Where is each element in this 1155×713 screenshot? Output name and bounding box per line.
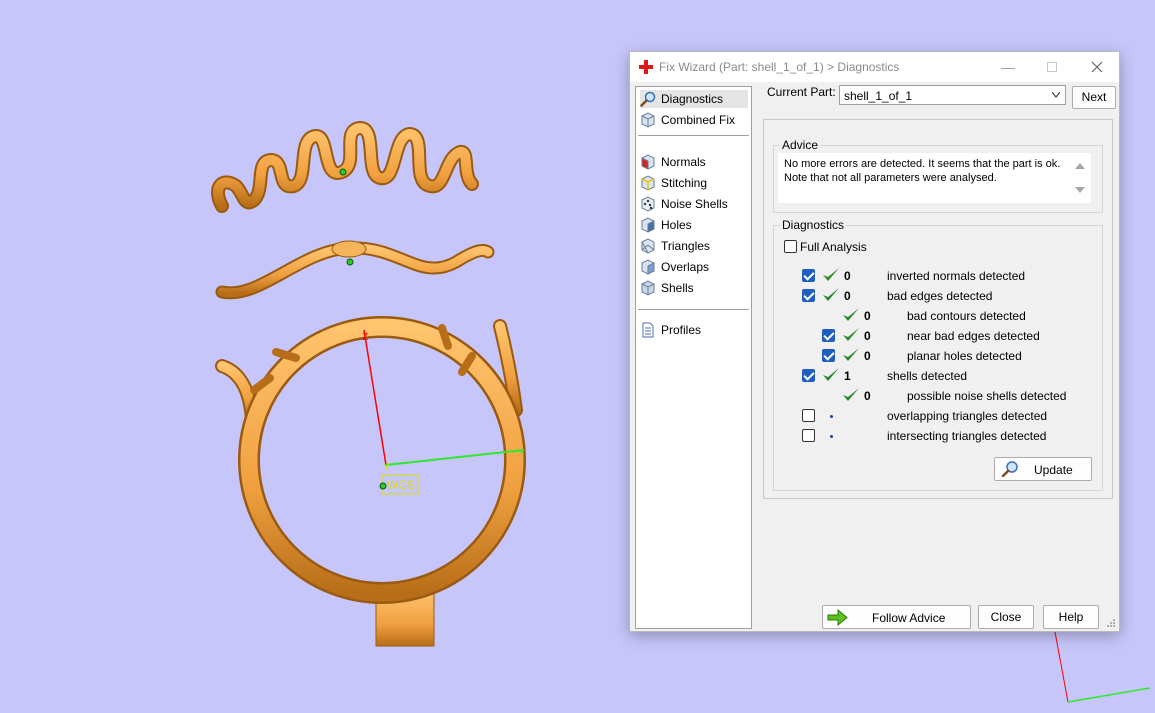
diagnostic-checkbox[interactable] [802,429,815,442]
diagnostic-label: possible noise shells detected [907,389,1067,403]
diagnostic-label: bad edges detected [887,289,993,303]
full-analysis-label: Full Analysis [800,240,867,254]
diagnostic-count: 0 [844,289,851,303]
diagnostic-count: 0 [864,389,871,403]
diagnostic-label: planar holes detected [907,349,1022,363]
checkmark-icon [823,268,839,281]
diagnostic-count: 0 [844,269,851,283]
diagnostic-checkbox[interactable] [802,269,815,282]
diagnostic-count: 0 [864,309,871,323]
red-cross-icon [639,60,653,74]
cube-icon [641,112,655,128]
sidebar-item-normals[interactable]: Normals [640,153,748,171]
current-part-select[interactable]: shell_1_of_1 [839,85,1066,105]
part-wave-piece [215,240,495,300]
svg-text:×: × [519,447,524,457]
full-analysis-checkbox[interactable] [784,240,797,253]
diagnostic-label: shells detected [887,369,968,383]
checkmark-icon [823,368,839,381]
checkmark-icon [843,308,859,321]
diagnostic-count: 0 [864,329,871,343]
diagnostic-checkbox[interactable] [802,409,815,422]
cube-yellow-edge-icon [641,175,655,191]
follow-advice-button[interactable]: Follow Advice [822,605,971,629]
sidebar-item-diagnostics[interactable]: Diagnostics [640,90,748,108]
diagnostic-label: inverted normals detected [887,269,1026,283]
diagnostics-panel: Advice No more errors are detected. It s… [763,119,1113,499]
next-button[interactable]: Next [1072,86,1116,109]
checkmark-icon [843,328,859,341]
close-icon[interactable] [1074,52,1120,82]
checkmark-icon [843,388,859,401]
cube-overlap-icon [641,259,655,275]
diagnostic-checkbox[interactable] [802,289,815,302]
sidebar-item-stitching[interactable]: Stitching [640,174,748,192]
chevron-down-icon [1052,92,1060,98]
diagnostic-checkbox[interactable] [822,349,835,362]
sidebar-item-overlaps[interactable]: Overlaps [640,258,748,276]
advice-box: No more errors are detected. It seems th… [778,153,1091,203]
diagnostics-group: Diagnostics Full Analysis 0 inverted norm… [773,218,1103,491]
follow-advice-label: Follow Advice [872,611,946,625]
diagnostic-checkbox[interactable] [802,369,815,382]
current-part-label: Current Part: [767,85,836,99]
part-loops-piece [211,120,479,213]
diagnostic-label: bad contours detected [907,309,1026,323]
sidebar-item-combined-fix[interactable]: Combined Fix [640,111,748,129]
arrow-right-icon [827,609,848,626]
cube-triangles-icon [641,238,655,254]
update-button[interactable]: Update [994,457,1092,481]
sidebar-item-profiles[interactable]: Profiles [640,321,748,339]
diagnostic-label: overlapping triangles detected [887,409,1048,423]
window-title: Fix Wizard (Part: shell_1_of_1) > Diagno… [659,60,900,74]
update-label: Update [1034,463,1073,477]
cube-dots-icon [641,196,655,212]
current-part-value: shell_1_of_1 [844,89,913,103]
sidebar-item-shells[interactable]: Shells [640,279,748,297]
resize-grip-icon[interactable] [1106,618,1116,628]
close-button[interactable]: Close [978,605,1034,629]
diagnostic-label: intersecting triangles detected [887,429,1047,443]
axis-z-label: Z [362,332,368,343]
advice-text: No more errors are detected. It seems th… [784,158,1061,184]
advice-title: Advice [780,138,821,152]
cube-red-face-icon [641,154,655,170]
minimize-icon[interactable]: — [985,52,1031,82]
sidebar-divider [638,135,749,136]
sidebar-item-noise-shells[interactable]: Noise Shells [640,195,748,213]
document-icon [642,322,654,338]
fix-wizard-dialog: Fix Wizard (Part: shell_1_of_1) > Diagno… [629,51,1120,632]
help-button[interactable]: Help [1043,605,1099,629]
checkmark-icon [823,288,839,301]
maximize-icon[interactable] [1029,52,1075,82]
checkmark-icon [843,348,859,361]
scroll-up-icon[interactable] [1075,163,1085,169]
diagnostic-checkbox[interactable] [822,329,835,342]
diagnostics-title: Diagnostics [780,218,847,232]
title-bar[interactable]: Fix Wizard (Part: shell_1_of_1) > Diagno… [630,52,1119,82]
pending-dot-icon [830,415,833,418]
diagnostic-label: near bad edges detected [907,329,1040,343]
part-ring-piece [215,316,526,647]
magnifier-icon [640,91,656,107]
scroll-down-icon[interactable] [1075,187,1085,193]
magnifier-icon [1001,461,1018,477]
pending-dot-icon [830,435,833,438]
sidebar-item-triangles[interactable]: Triangles [640,237,748,255]
wcs-label: WCS [387,478,415,492]
cube-hole-icon [641,217,655,233]
sidebar-item-holes[interactable]: Holes [640,216,748,234]
axis-y-label: Y [383,462,390,473]
cube-shells-icon [641,280,655,296]
diagnostic-count: 1 [844,369,851,383]
advice-group: Advice No more errors are detected. It s… [773,138,1103,213]
diagnostic-count: 0 [864,349,871,363]
sidebar-divider [638,309,749,310]
wizard-sidebar: Diagnostics Combined Fix Normals Stitchi… [635,86,752,629]
